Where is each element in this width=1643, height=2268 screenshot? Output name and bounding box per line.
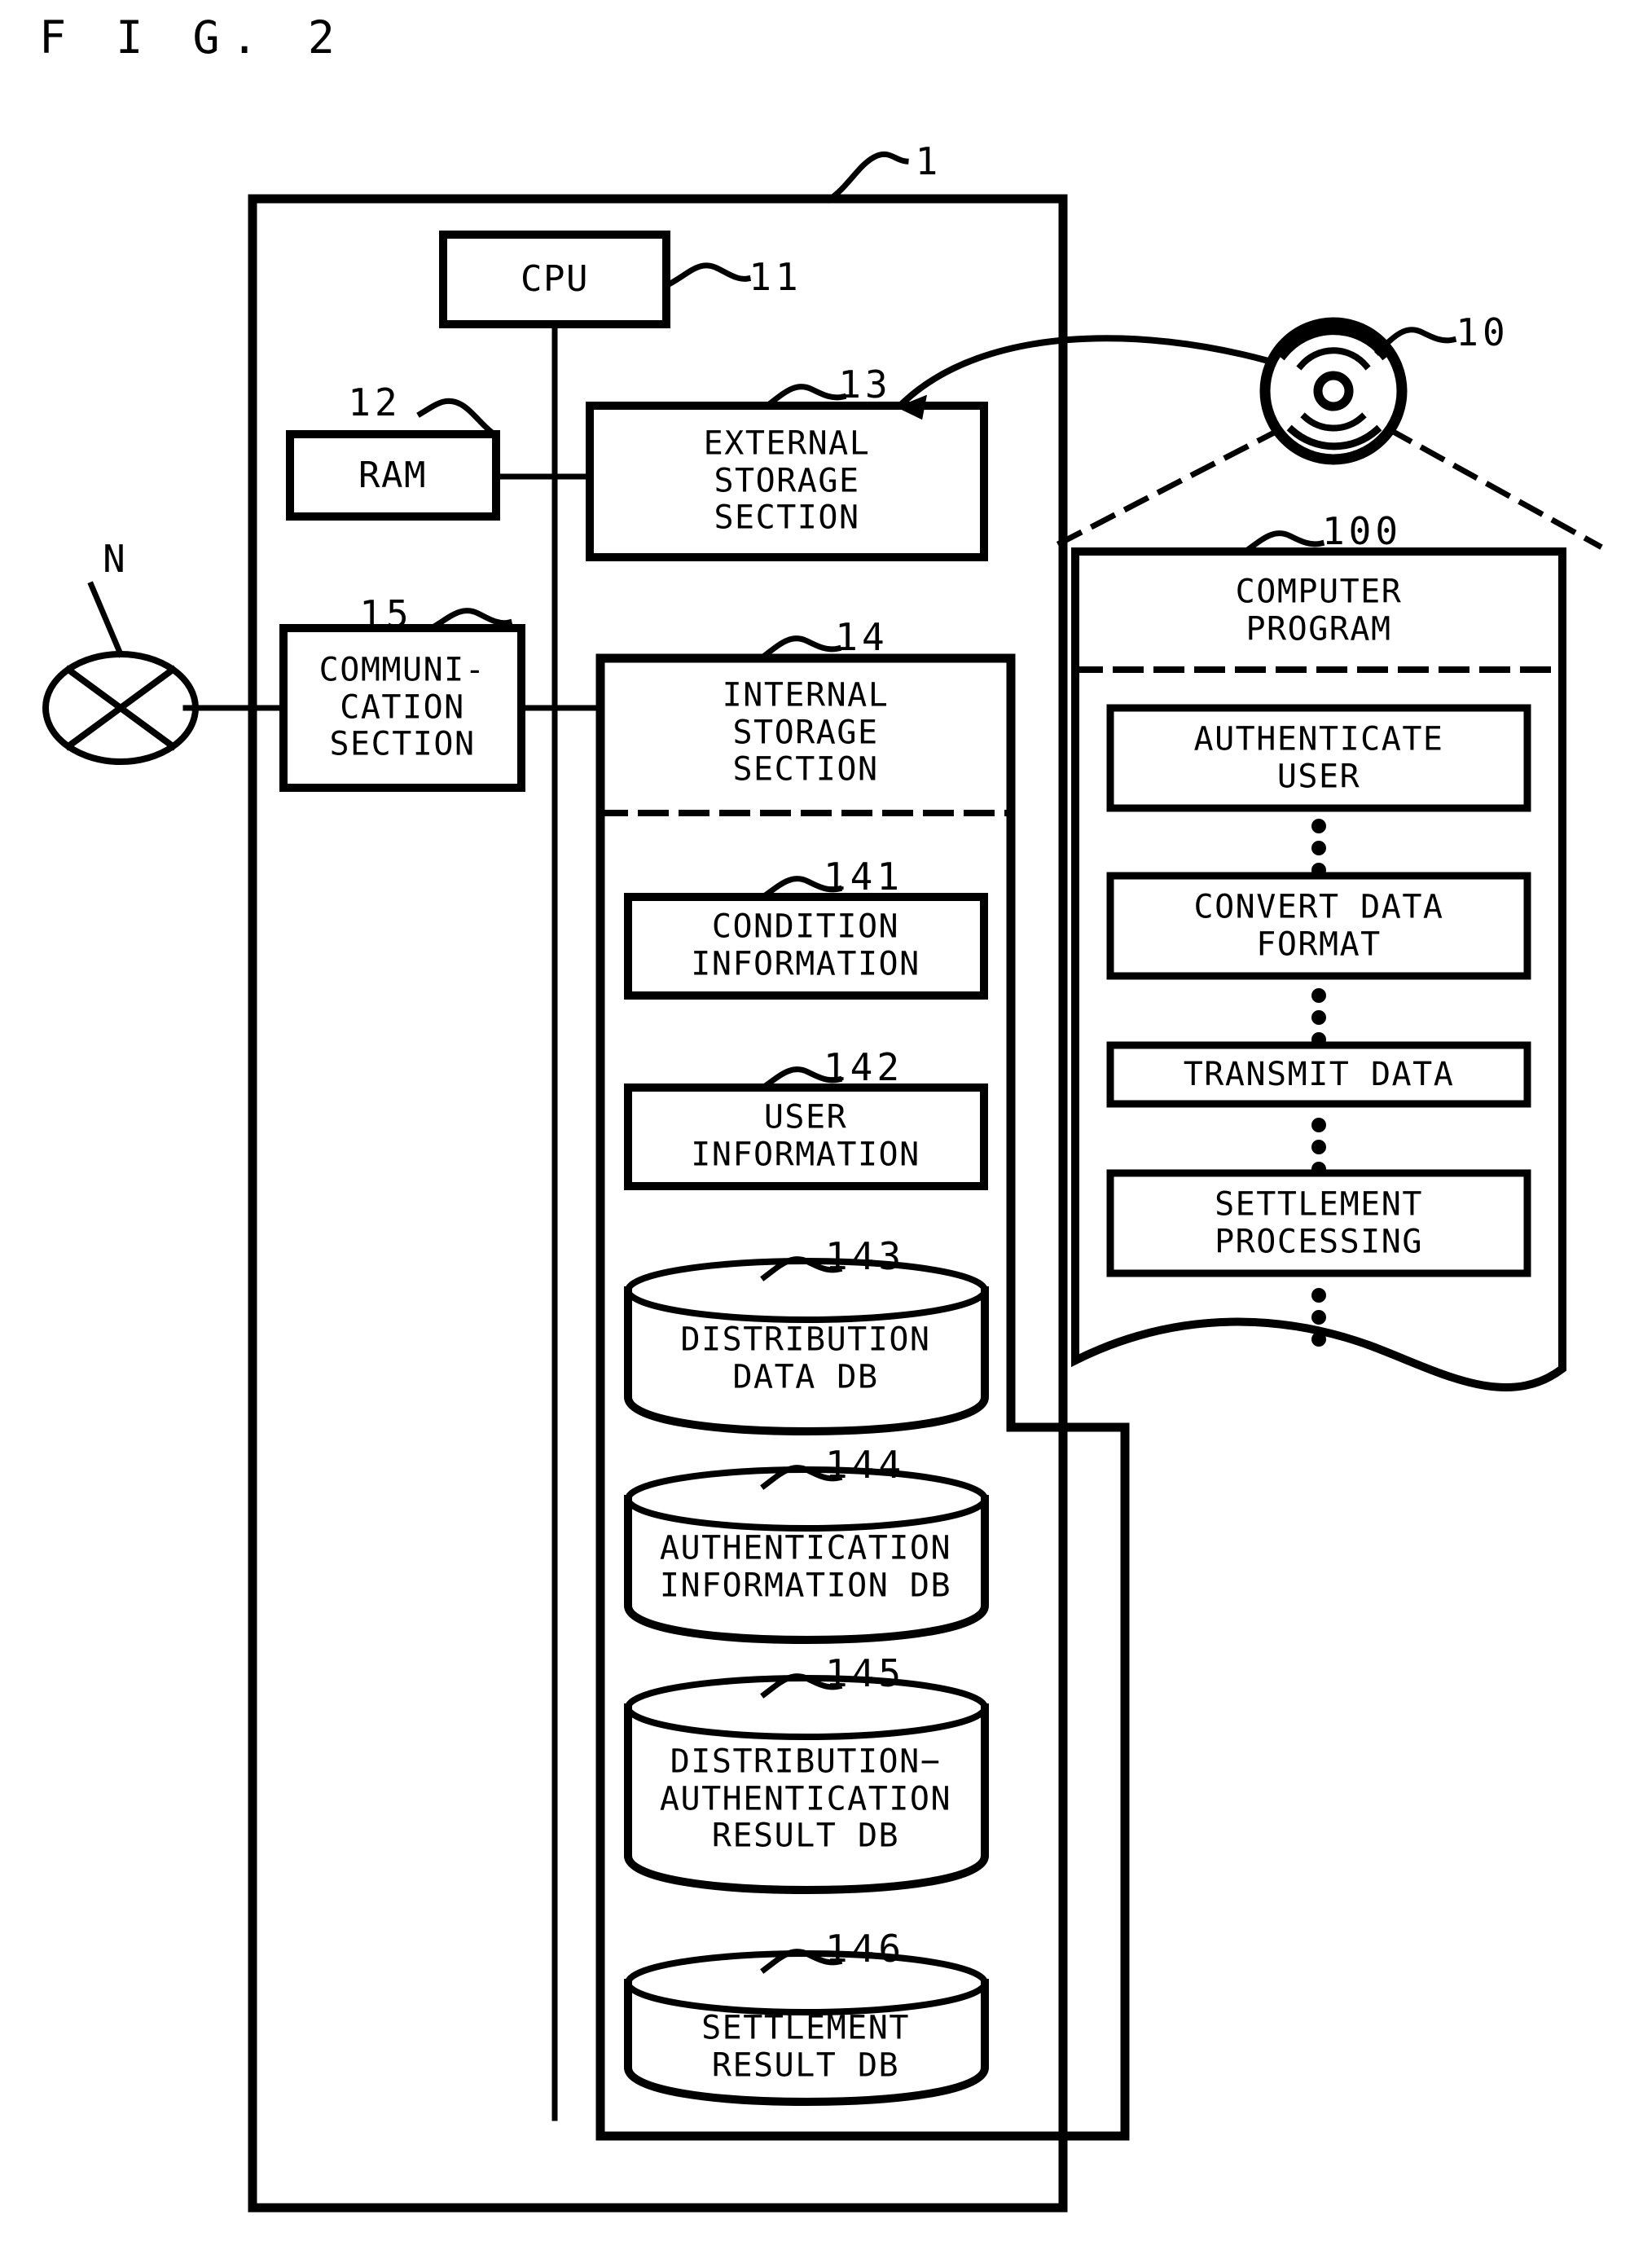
distribution-data-db-label: DISTRIBUTION DATA DB xyxy=(680,1321,931,1396)
numeral-settlement-result-db: 146 xyxy=(824,1926,906,1971)
leader-cpu xyxy=(666,262,752,288)
communication-label: COMMUNI- CATION SECTION xyxy=(318,651,486,763)
step-label-transmit-data: TRANSMIT DATA xyxy=(1183,1056,1455,1094)
projection-line-right xyxy=(1386,426,1603,550)
step-label-authenticate-user: AUTHENTICATE USER xyxy=(1193,720,1444,795)
optical-disc-icon xyxy=(1259,317,1408,465)
disc-to-external-storage-arrow xyxy=(899,335,1272,407)
external-storage-label: EXTERNAL STORAGE SECTION xyxy=(703,424,871,537)
numeral-authentication-information-db: 144 xyxy=(824,1442,906,1487)
computer-program-title: COMPUTER PROGRAM xyxy=(1235,573,1403,648)
leader-system xyxy=(825,151,909,204)
numeral-distribution-authentication-result-db: 145 xyxy=(824,1650,906,1695)
numeral-distribution-data-db: 143 xyxy=(824,1233,906,1278)
projection-line-left xyxy=(1051,426,1283,550)
step-label-settlement-processing: SETTLEMENT PROCESSING xyxy=(1215,1185,1423,1260)
numeral-internal-storage: 14 xyxy=(835,614,889,659)
numeral-ram: 12 xyxy=(348,380,402,424)
network-leader xyxy=(87,581,125,658)
settlement-result-db-label: SETTLEMENT RESULT DB xyxy=(701,2009,910,2084)
page-title: F I G. 2 xyxy=(39,11,346,64)
network-label: N xyxy=(103,536,125,581)
figure-canvas: F I G. 2 1 11 12 13 14 15 10 100 141 142… xyxy=(0,0,1643,2268)
numeral-cpu: 11 xyxy=(749,254,802,299)
step-label-convert-data-format: CONVERT DATA FORMAT xyxy=(1193,888,1444,963)
numeral-communication: 15 xyxy=(359,591,413,636)
numeral-system: 1 xyxy=(915,138,942,183)
computer-program-outline xyxy=(1071,547,1566,1392)
numeral-computer-program: 100 xyxy=(1321,508,1403,553)
leader-ram xyxy=(416,398,496,437)
numeral-user-information: 142 xyxy=(823,1044,904,1089)
user-information-label: USER INFORMATION xyxy=(691,1098,920,1173)
authentication-information-db-label: AUTHENTICATION INFORMATION DB xyxy=(659,1529,952,1604)
condition-information-label: CONDITION INFORMATION xyxy=(691,908,920,982)
ram-label: RAM xyxy=(358,454,427,496)
numeral-external-storage: 13 xyxy=(838,362,892,407)
numeral-condition-information: 141 xyxy=(823,854,904,899)
cpu-label: CPU xyxy=(521,257,589,300)
distribution-authentication-result-db-label: DISTRIBUTION− AUTHENTICATION RESULT DB xyxy=(659,1743,952,1855)
system-outline xyxy=(248,194,1068,2213)
numeral-recording-medium: 10 xyxy=(1456,310,1509,354)
internal-storage-label: INTERNAL STORAGE SECTION xyxy=(722,676,890,789)
